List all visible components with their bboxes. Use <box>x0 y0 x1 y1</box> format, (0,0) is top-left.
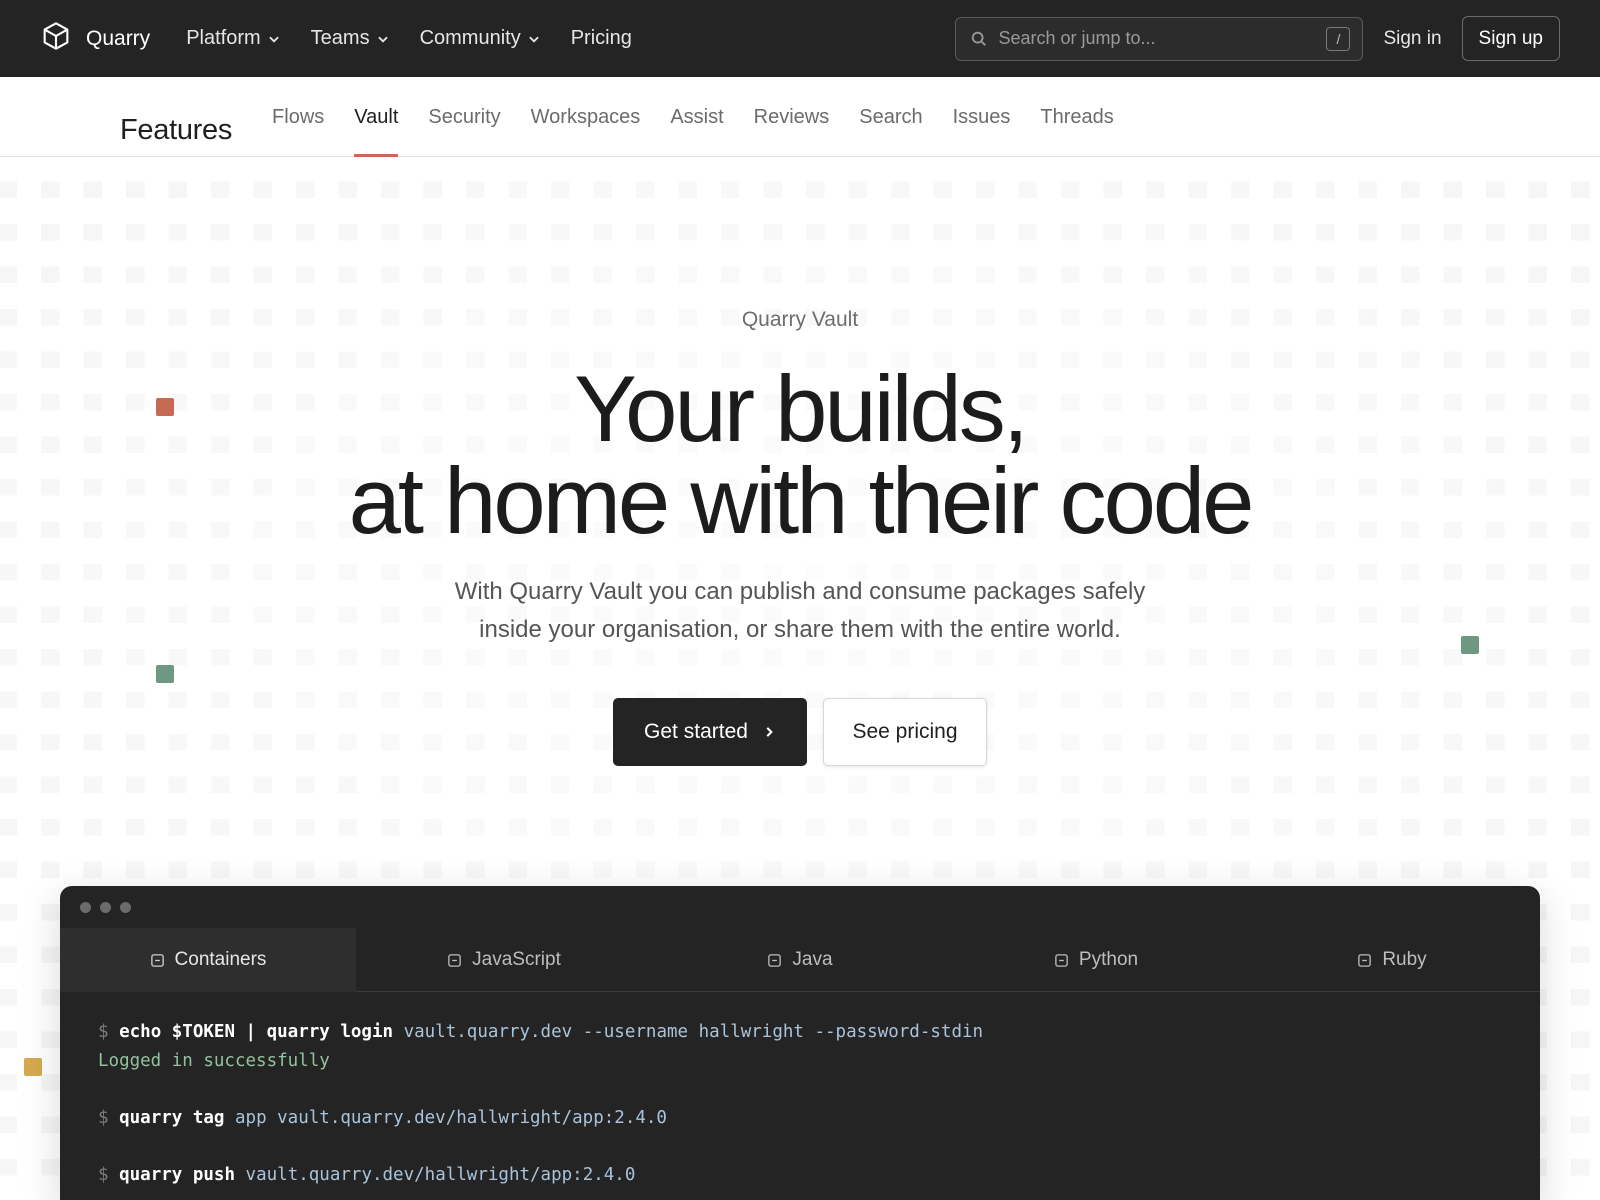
search-shortcut-key: / <box>1326 26 1351 51</box>
cube-logo-icon <box>40 20 72 57</box>
tab-assist[interactable]: Assist <box>670 77 723 157</box>
header-actions: / Sign in Sign up <box>955 16 1560 61</box>
top-navbar: Quarry Platform Teams Community Pricing … <box>0 0 1600 77</box>
terminal-tab-label: Java <box>792 949 833 970</box>
lead-line-1: With Quarry Vault you can publish and co… <box>454 578 1146 605</box>
chevron-down-icon <box>528 36 539 43</box>
output: Logged in successfully <box>98 1051 330 1071</box>
brand-name: Quarry <box>86 26 151 50</box>
terminal-code: $ echo $TOKEN | quarry login vault.quarr… <box>98 1022 983 1194</box>
chevron-down-icon <box>268 36 279 43</box>
see-pricing-button[interactable]: See pricing <box>823 698 987 766</box>
tab-threads[interactable]: Threads <box>1040 77 1113 157</box>
code-line: $ quarry push vault.quarry.dev/hallwrigh… <box>98 1165 983 1194</box>
tab-vault[interactable]: Vault <box>354 77 399 157</box>
terminal-tab-label: Containers <box>174 949 267 970</box>
nav-label: Teams <box>310 27 370 49</box>
window-dot <box>80 902 91 913</box>
search-box[interactable]: / <box>955 16 1364 61</box>
terminal-tab-label: Python <box>1078 949 1139 970</box>
tab-workspaces[interactable]: Workspaces <box>531 77 641 157</box>
main-nav: Platform Teams Community Pricing <box>186 27 632 50</box>
terminal-tabs: Containers JavaScript Java Python Ruby <box>60 928 1540 992</box>
terminal-tab-java[interactable]: Java <box>652 928 948 992</box>
search-icon <box>972 31 987 46</box>
get-started-label: Get started <box>644 720 748 743</box>
lead-line-2: inside your organisation, or share them … <box>479 616 1121 643</box>
prompt: $ <box>98 1022 109 1042</box>
arguments: vault.quarry.dev/hallwright/app:2.4.0 <box>245 1165 636 1185</box>
window-controls <box>80 902 131 913</box>
nav-label: Community <box>419 27 521 49</box>
hero-headline: Your builds, at home with their code <box>0 362 1600 548</box>
terminal-tab-ruby[interactable]: Ruby <box>1244 928 1540 992</box>
tab-flows[interactable]: Flows <box>272 77 324 157</box>
brand[interactable]: Quarry <box>40 20 150 57</box>
package-icon <box>1055 953 1068 967</box>
hero-cta-group: Get started See pricing <box>0 698 1600 766</box>
chevron-down-icon <box>377 36 388 43</box>
hero-lead: With Quarry Vault you can publish and co… <box>0 573 1600 649</box>
terminal-tab-label: JavaScript <box>472 949 561 970</box>
command: quarry tag <box>119 1108 225 1128</box>
code-line: $ echo $TOKEN | quarry login vault.quarr… <box>98 1022 983 1051</box>
nav-platform[interactable]: Platform <box>186 27 280 50</box>
terminal-window: Containers JavaScript Java Python Ruby $… <box>60 886 1540 1200</box>
features-title: Features <box>120 114 233 146</box>
prompt: $ <box>98 1165 109 1185</box>
arguments: vault.quarry.dev --username hallwright -… <box>403 1022 984 1042</box>
nav-pricing[interactable]: Pricing <box>571 27 632 50</box>
nav-community[interactable]: Community <box>420 27 541 50</box>
nav-teams[interactable]: Teams <box>311 27 390 50</box>
chevron-right-icon <box>766 727 773 737</box>
window-dot <box>100 902 111 913</box>
get-started-button[interactable]: Get started <box>613 698 807 766</box>
terminal-tab-javascript[interactable]: JavaScript <box>356 928 652 992</box>
prompt: $ <box>98 1108 109 1128</box>
tab-reviews[interactable]: Reviews <box>754 77 830 157</box>
command: quarry push <box>119 1165 235 1185</box>
terminal-tab-python[interactable]: Python <box>948 928 1244 992</box>
package-icon <box>448 953 461 967</box>
hero-eyebrow: Quarry Vault <box>741 308 859 331</box>
package-icon <box>768 953 782 967</box>
features-tabs: Flows Vault Security Workspaces Assist R… <box>272 77 1114 157</box>
decorative-square-yellow <box>24 1058 42 1076</box>
headline-line-1: Your builds, <box>574 356 1029 461</box>
nav-label: Pricing <box>570 27 632 49</box>
headline-line-2: at home with their code <box>348 448 1255 553</box>
package-icon <box>1358 953 1372 967</box>
nav-label: Platform <box>186 27 261 49</box>
features-subnav: Features Flows Vault Security Workspaces… <box>0 77 1600 157</box>
tab-search[interactable]: Search <box>859 77 922 157</box>
code-line: Logged in successfully <box>98 1051 983 1080</box>
window-dot <box>120 902 131 913</box>
terminal-tab-label: Ruby <box>1382 949 1427 970</box>
package-icon <box>150 953 164 967</box>
sign-up-button[interactable]: Sign up <box>1461 16 1560 61</box>
decorative-square-green <box>156 665 174 683</box>
terminal-tab-containers[interactable]: Containers <box>60 928 356 992</box>
arguments: app vault.quarry.dev/hallwright/app:2.4.… <box>235 1108 667 1128</box>
sign-in-link[interactable]: Sign in <box>1383 28 1441 50</box>
tab-security[interactable]: Security <box>428 77 500 157</box>
search-input[interactable] <box>998 28 1327 49</box>
code-line: $ quarry tag app vault.quarry.dev/hallwr… <box>98 1108 983 1137</box>
tab-issues[interactable]: Issues <box>953 77 1011 157</box>
command: echo $TOKEN | quarry login <box>119 1022 394 1042</box>
